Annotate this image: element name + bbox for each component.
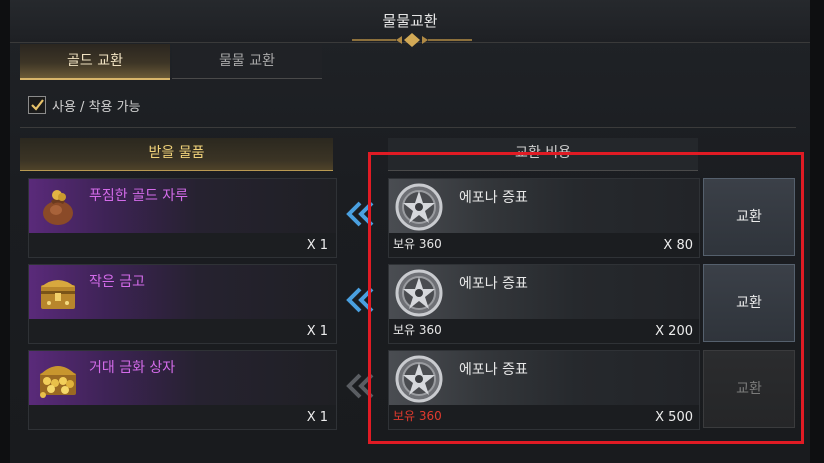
receive-item-qty: X 1 (306, 238, 328, 253)
barter-window: 물물교환 골드 교환 물물 교환 사용 / 착용 가능 받을 물품 교환 비용 … (0, 0, 824, 463)
usable-filter-checkbox[interactable] (28, 96, 46, 114)
receive-item-name: 푸짐한 골드 자루 (89, 188, 189, 204)
receive-item-row: 푸짐한 골드 자루 X 1 (28, 178, 337, 258)
usable-filter[interactable]: 사용 / 착용 가능 (28, 95, 141, 115)
tab-item-exchange[interactable]: 물물 교환 (172, 44, 322, 79)
usable-filter-label: 사용 / 착용 가능 (52, 99, 141, 115)
receive-item-qty: X 1 (306, 324, 328, 339)
highlight-box (368, 152, 804, 444)
receive-item-row: 거대 금화 상자 X 1 (28, 350, 337, 430)
divider (20, 127, 796, 128)
gold-pouch-icon (43, 190, 73, 225)
large-gold-coin-chest-icon (40, 366, 76, 398)
small-treasure-chest-icon (41, 280, 75, 309)
receive-item-qty: X 1 (306, 410, 328, 425)
receive-item-row: 작은 금고 X 1 (28, 264, 337, 344)
receive-column-header: 받을 물품 (20, 138, 333, 171)
receive-item-name: 거대 금화 상자 (89, 360, 176, 376)
window-edge-right (810, 0, 824, 463)
window-title: 물물교환 (382, 12, 438, 30)
receive-item-name: 작은 금고 (89, 274, 145, 290)
title-ornament-icon (352, 33, 472, 47)
tab-gold-exchange[interactable]: 골드 교환 (20, 44, 170, 80)
checkmark-icon (31, 99, 44, 111)
window-edge-left (0, 0, 10, 463)
